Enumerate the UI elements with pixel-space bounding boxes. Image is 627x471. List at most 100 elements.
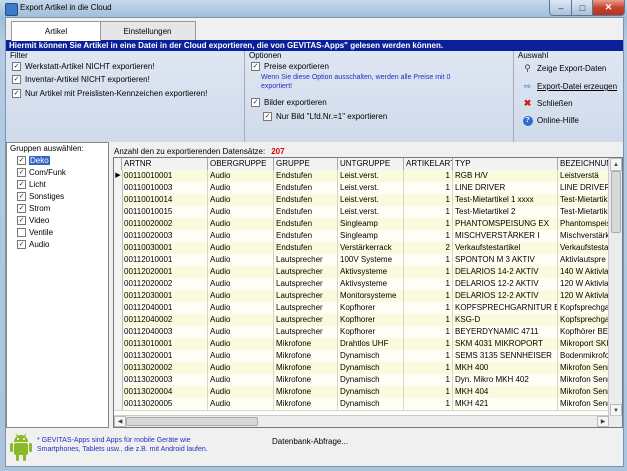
table-cell[interactable]: 00113010001	[122, 338, 208, 350]
table-cell[interactable]: Audio	[208, 242, 274, 254]
gruppe-item-sonstiges[interactable]: ✓ Sonstiges	[17, 192, 64, 201]
table-cell[interactable]: Audio	[208, 338, 274, 350]
gruppe-item-licht[interactable]: ✓ Licht	[17, 180, 46, 189]
maximize-button[interactable]: □	[571, 0, 594, 16]
table-cell[interactable]: 00113020005	[122, 398, 208, 410]
filter-inventar-checkbox[interactable]: ✓ Inventar-Artikel NICHT exportieren!	[12, 75, 150, 84]
article-grid[interactable]: ARTNR OBERGRUPPE GRUPPE UNTGRUPPE ARTIKELART…	[113, 157, 623, 428]
table-cell[interactable]: Audio	[208, 218, 274, 230]
table-cell[interactable]: 1	[404, 170, 453, 182]
table-cell[interactable]: 00113020002	[122, 362, 208, 374]
table-cell[interactable]: Audio	[208, 170, 274, 182]
bilder-export-checkbox[interactable]: ✓ Bilder exportieren	[251, 98, 327, 107]
table-cell[interactable]: Audio	[208, 206, 274, 218]
column-header[interactable]: TYP	[453, 158, 558, 170]
horizontal-scroll-thumb[interactable]	[126, 417, 258, 426]
table-cell[interactable]: Verstärkerrack	[338, 242, 404, 254]
gruppe-item-strom[interactable]: ✓ Strom	[17, 204, 50, 213]
tab-artikel[interactable]: Artikel	[11, 21, 101, 41]
table-cell[interactable]: 00113020003	[122, 374, 208, 386]
table-cell[interactable]: Endstufen	[274, 218, 338, 230]
table-cell[interactable]: KOPFSPRECHGARNITUR E	[453, 302, 558, 314]
table-cell[interactable]: 2	[404, 242, 453, 254]
table-cell[interactable]: Leist.verst.	[338, 206, 404, 218]
table-cell[interactable]: Audio	[208, 194, 274, 206]
table-cell[interactable]: 00112040002	[122, 314, 208, 326]
table-cell[interactable]: Kopfhorer	[338, 326, 404, 338]
table-cell[interactable]: 00110030001	[122, 242, 208, 254]
table-cell[interactable]: 00112040003	[122, 326, 208, 338]
table-cell[interactable]: Test-Mietartikel 2	[453, 206, 558, 218]
table-cell[interactable]: Endstufen	[274, 206, 338, 218]
table-cell[interactable]: Aktivsysteme	[338, 278, 404, 290]
export-datei-erzeugen-button[interactable]: ⇨ Export-Datei erzeugen	[522, 81, 617, 92]
column-header[interactable]: OBERGRUPPE	[208, 158, 274, 170]
table-cell[interactable]: Audio	[208, 266, 274, 278]
filter-preisliste-checkbox[interactable]: ✓ Nur Artikel mit Preislisten-Kennzeiche…	[12, 89, 207, 98]
table-cell[interactable]: Verkaufstestartikel	[453, 242, 558, 254]
table-row[interactable]: 00113020005 Audio Mikrofone Dynamisch 1 MKH 4…	[114, 398, 617, 411]
scroll-right-icon[interactable]: ▶	[597, 416, 609, 427]
table-cell[interactable]: 1	[404, 362, 453, 374]
table-cell[interactable]: 00110010003	[122, 182, 208, 194]
table-cell[interactable]: 00112020002	[122, 278, 208, 290]
table-cell[interactable]: Lautsprecher	[274, 254, 338, 266]
gruppe-item-video[interactable]: ✓ Video	[17, 216, 49, 225]
table-cell[interactable]: Kopfhorer	[338, 314, 404, 326]
table-cell[interactable]: 1	[404, 254, 453, 266]
gruppe-item-com-funk[interactable]: ✓ Com/Funk	[17, 168, 66, 177]
gruppe-item-ventile[interactable]: Ventile	[17, 228, 53, 237]
table-cell[interactable]: Audio	[208, 350, 274, 362]
table-cell[interactable]: 1	[404, 398, 453, 410]
table-cell[interactable]: Audio	[208, 230, 274, 242]
table-cell[interactable]: LINE DRIVER	[453, 182, 558, 194]
window-close-button[interactable]: ✕	[592, 0, 625, 16]
table-cell[interactable]: Audio	[208, 278, 274, 290]
table-cell[interactable]: 1	[404, 374, 453, 386]
table-cell[interactable]: 1	[404, 278, 453, 290]
table-cell[interactable]: 1	[404, 386, 453, 398]
horizontal-scrollbar[interactable]: ◀ ▶	[114, 415, 622, 427]
table-cell[interactable]: MISCHVERSTÄRKER I	[453, 230, 558, 242]
table-cell[interactable]: 1	[404, 206, 453, 218]
table-cell[interactable]: 00112030001	[122, 290, 208, 302]
table-cell[interactable]: Dynamisch	[338, 362, 404, 374]
table-cell[interactable]: DELARIOS 12-2 AKTIV	[453, 290, 558, 302]
column-header[interactable]: GRUPPE	[274, 158, 338, 170]
table-cell[interactable]: Test-Mietartikel 1 xxxx	[453, 194, 558, 206]
column-header[interactable]: UNTGRUPPE	[338, 158, 404, 170]
table-cell[interactable]: 00112010001	[122, 254, 208, 266]
table-cell[interactable]: 1	[404, 302, 453, 314]
table-cell[interactable]: Audio	[208, 374, 274, 386]
table-cell[interactable]: Audio	[208, 314, 274, 326]
table-cell[interactable]: Audio	[208, 362, 274, 374]
table-cell[interactable]: BEYERDYNAMIC 4711	[453, 326, 558, 338]
table-cell[interactable]: MKH 404	[453, 386, 558, 398]
table-cell[interactable]: Lautsprecher	[274, 326, 338, 338]
table-cell[interactable]: Leist.verst.	[338, 182, 404, 194]
table-cell[interactable]: Lautsprecher	[274, 302, 338, 314]
table-cell[interactable]: Audio	[208, 290, 274, 302]
table-cell[interactable]: Lautsprecher	[274, 290, 338, 302]
table-cell[interactable]: SEMS 3135 SENNHEISER	[453, 350, 558, 362]
table-cell[interactable]: Kopfhorer	[338, 302, 404, 314]
tab-einstellungen[interactable]: Einstellungen	[99, 21, 196, 40]
nur-bild-checkbox[interactable]: ✓ Nur Bild "Lfd.Nr.=1" exportieren	[263, 112, 387, 121]
table-cell[interactable]: Endstufen	[274, 242, 338, 254]
table-cell[interactable]: 1	[404, 182, 453, 194]
table-cell[interactable]: 1	[404, 266, 453, 278]
vertical-scroll-thumb[interactable]	[611, 171, 621, 233]
filter-werkstatt-checkbox[interactable]: ✓ Werkstatt-Artikel NICHT exportieren!	[12, 62, 155, 71]
column-header[interactable]: ARTNR	[122, 158, 208, 170]
table-cell[interactable]: Endstufen	[274, 230, 338, 242]
table-cell[interactable]: KSG-D	[453, 314, 558, 326]
table-cell[interactable]: DELARIOS 12-2 AKTIV	[453, 278, 558, 290]
schliessen-button[interactable]: ✖ Schließen	[522, 98, 573, 109]
preise-export-checkbox[interactable]: ✓ Preise exportieren	[251, 62, 329, 71]
table-cell[interactable]: 00110010015	[122, 206, 208, 218]
table-cell[interactable]: 00110010001	[122, 170, 208, 182]
gruppe-item-audio[interactable]: ✓ Audio	[17, 240, 49, 249]
table-cell[interactable]: Singleamp	[338, 218, 404, 230]
zeige-export-daten-button[interactable]: ⚲ Zeige Export-Daten	[522, 63, 606, 74]
table-cell[interactable]: SPONTON M 3 AKTIV	[453, 254, 558, 266]
